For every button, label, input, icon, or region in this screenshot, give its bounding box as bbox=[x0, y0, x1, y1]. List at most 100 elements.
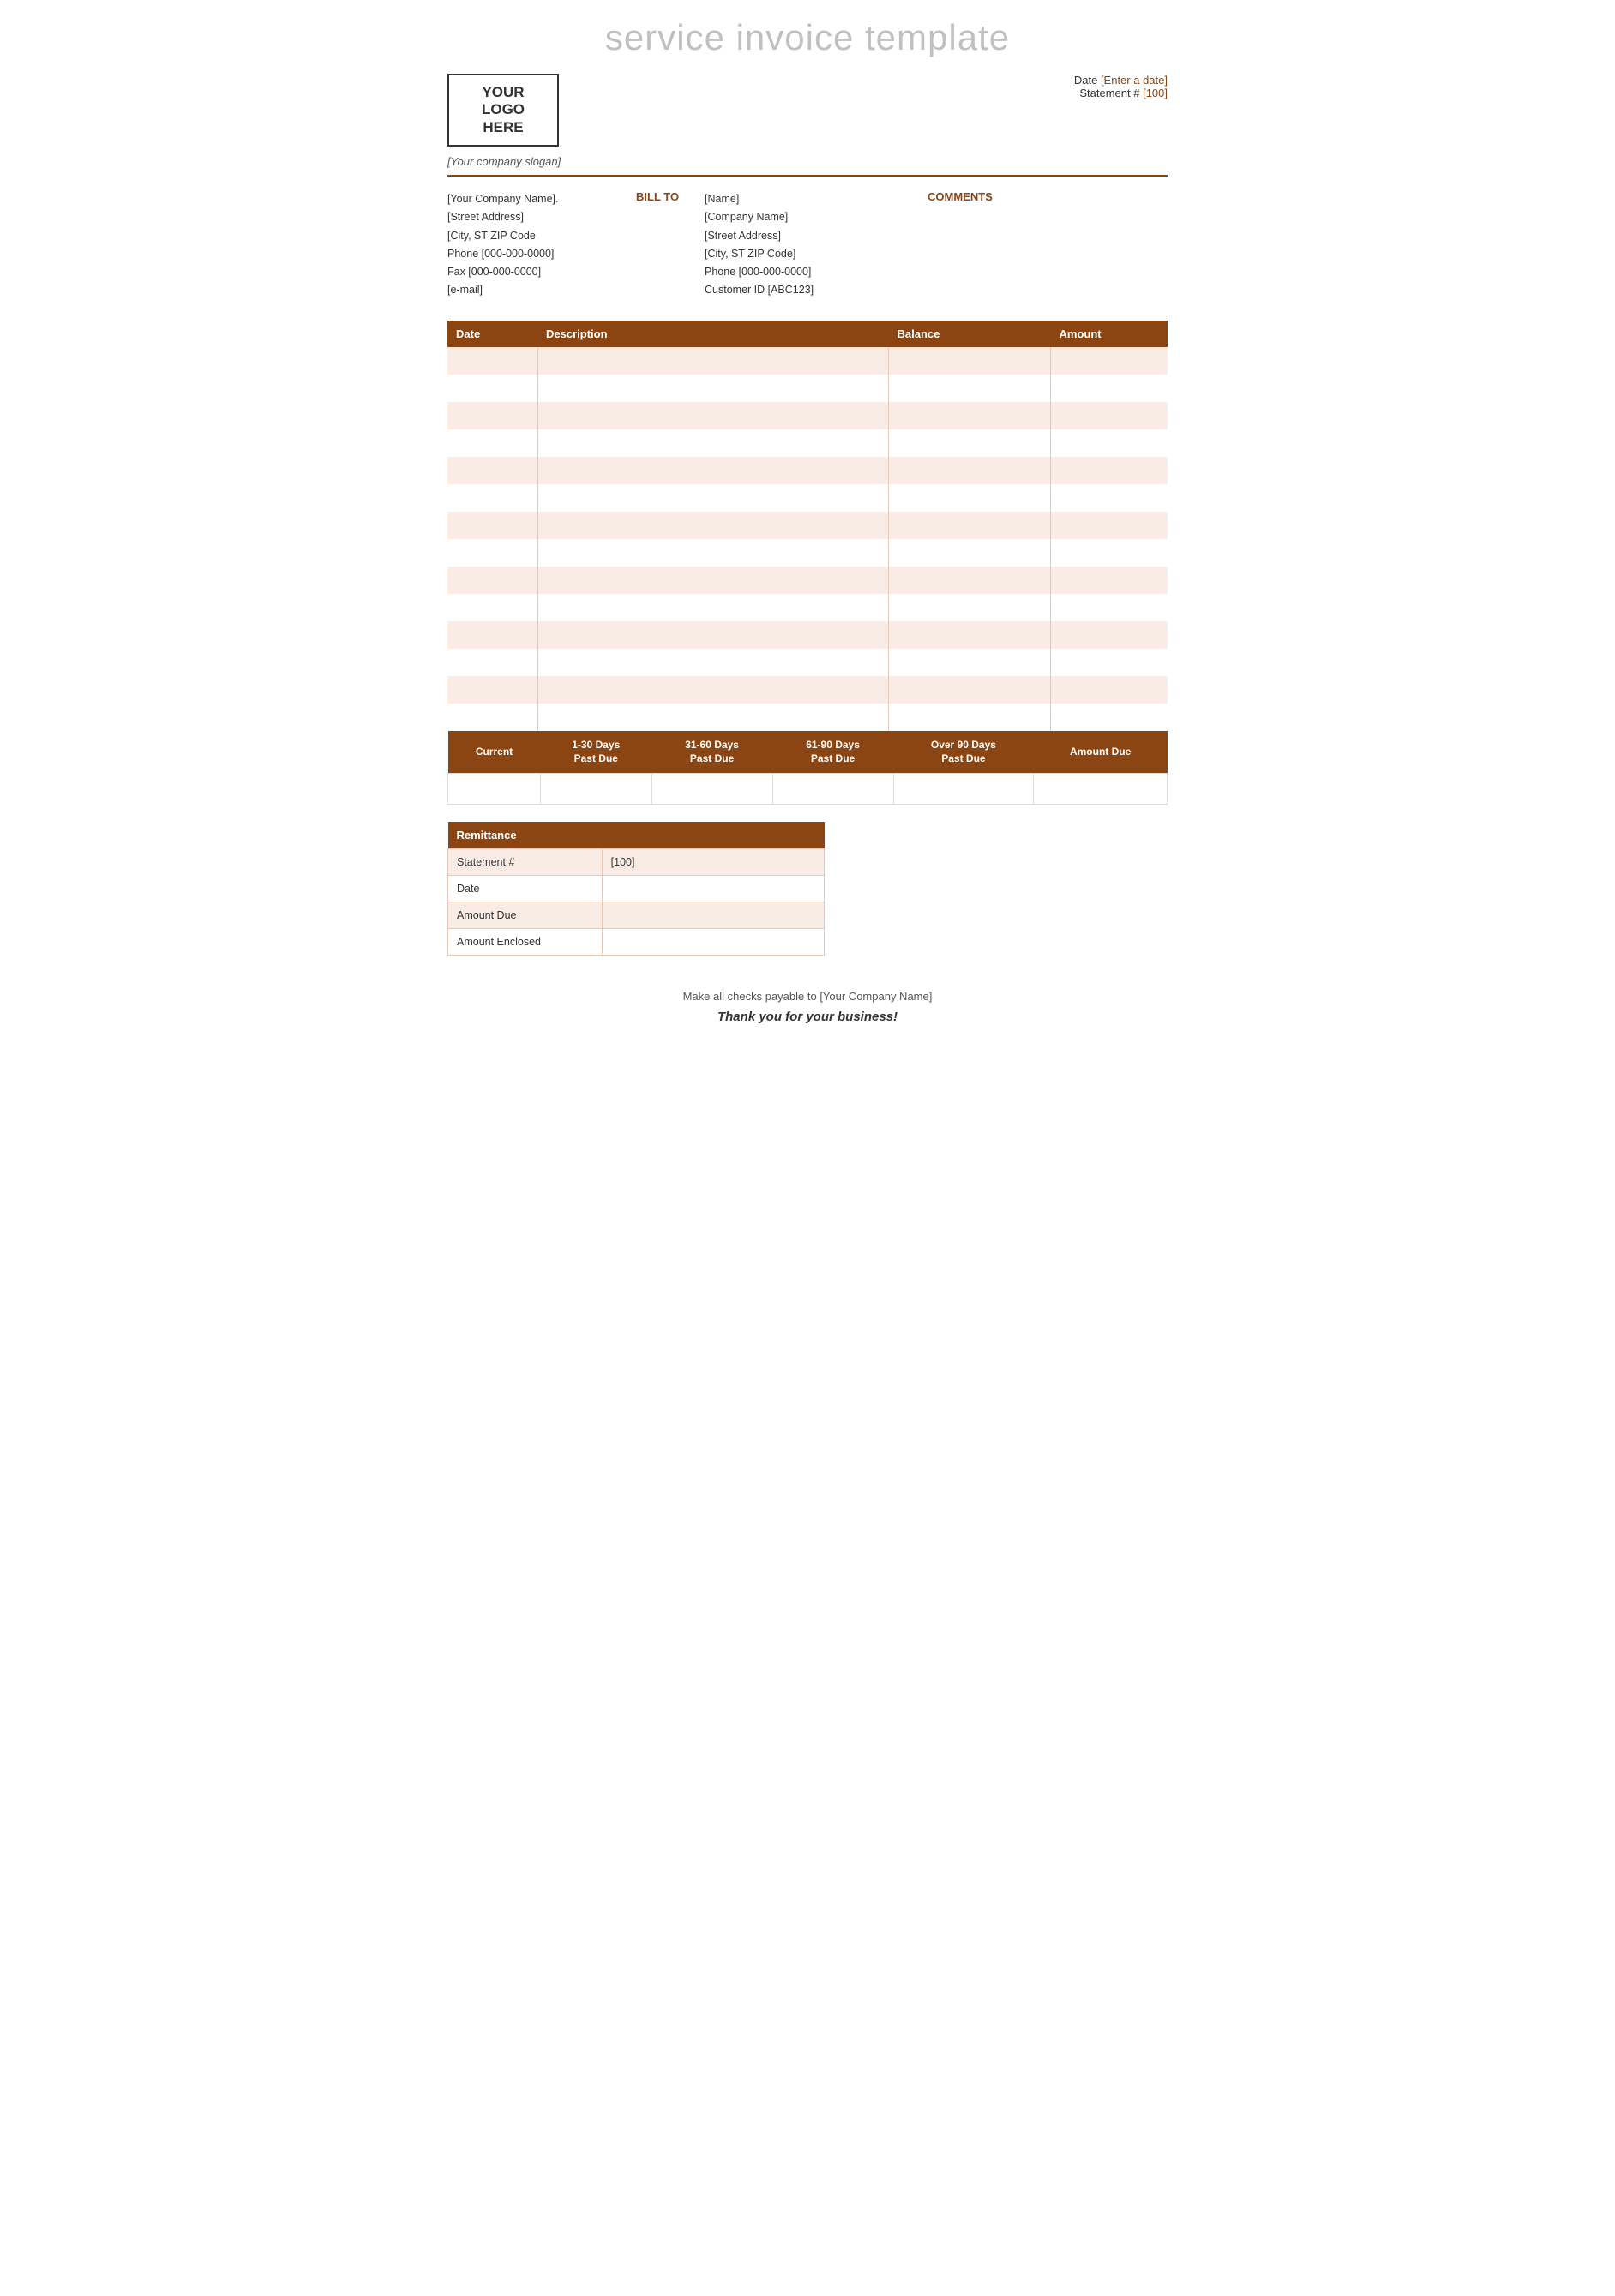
bill-to-city: [City, ST ZIP Code] bbox=[705, 245, 910, 263]
table-cell-0-2 bbox=[889, 347, 1051, 375]
th-description: Description bbox=[537, 321, 889, 347]
table-cell-9-3 bbox=[1051, 594, 1168, 621]
table-cell-5-1 bbox=[537, 484, 889, 512]
table-row bbox=[447, 567, 1168, 594]
table-cell-8-3 bbox=[1051, 567, 1168, 594]
header-section: YOUR LOGO HERE [Your company slogan] Dat… bbox=[447, 74, 1168, 168]
table-cell-4-0 bbox=[447, 457, 537, 484]
summary-amount-due bbox=[1034, 774, 1168, 805]
remittance-title: Remittance bbox=[448, 822, 825, 849]
table-cell-13-3 bbox=[1051, 704, 1168, 731]
table-cell-6-1 bbox=[537, 512, 889, 539]
remittance-value-3 bbox=[602, 929, 824, 956]
table-row bbox=[447, 512, 1168, 539]
header-divider bbox=[447, 175, 1168, 177]
table-row bbox=[447, 457, 1168, 484]
date-line: Date [Enter a date] bbox=[1074, 74, 1168, 87]
header-right: Date [Enter a date] Statement # [100] bbox=[1074, 74, 1168, 99]
table-row bbox=[447, 375, 1168, 402]
table-cell-5-0 bbox=[447, 484, 537, 512]
table-row bbox=[447, 429, 1168, 457]
company-phone: Phone [000-000-0000] bbox=[447, 245, 636, 263]
remittance-row: Date bbox=[448, 876, 825, 902]
table-cell-0-3 bbox=[1051, 347, 1168, 375]
table-cell-1-0 bbox=[447, 375, 537, 402]
table-row bbox=[447, 347, 1168, 375]
table-cell-1-2 bbox=[889, 375, 1051, 402]
table-cell-3-1 bbox=[537, 429, 889, 457]
th-amount: Amount bbox=[1051, 321, 1168, 347]
table-cell-2-1 bbox=[537, 402, 889, 429]
comments-label: COMMENTS bbox=[928, 190, 1168, 203]
company-email: [e-mail] bbox=[447, 281, 636, 299]
th-31-60: 31-60 DaysPast Due bbox=[651, 731, 772, 774]
remittance-value-2 bbox=[602, 902, 824, 929]
th-1-30: 1-30 DaysPast Due bbox=[540, 731, 651, 774]
table-cell-10-3 bbox=[1051, 621, 1168, 649]
summary-current bbox=[448, 774, 541, 805]
table-cell-12-1 bbox=[537, 676, 889, 704]
company-fax: Fax [000-000-0000] bbox=[447, 263, 636, 281]
table-row bbox=[447, 649, 1168, 676]
table-cell-5-2 bbox=[889, 484, 1051, 512]
table-cell-10-1 bbox=[537, 621, 889, 649]
table-cell-2-2 bbox=[889, 402, 1051, 429]
table-cell-8-0 bbox=[447, 567, 537, 594]
table-cell-6-3 bbox=[1051, 512, 1168, 539]
table-cell-4-2 bbox=[889, 457, 1051, 484]
th-amount-due: Amount Due bbox=[1034, 731, 1168, 774]
remittance-label-2: Amount Due bbox=[448, 902, 603, 929]
table-row bbox=[447, 402, 1168, 429]
company-name: [Your Company Name]. bbox=[447, 190, 636, 208]
table-cell-3-3 bbox=[1051, 429, 1168, 457]
remittance-value-0: [100] bbox=[602, 849, 824, 876]
table-cell-13-2 bbox=[889, 704, 1051, 731]
date-value: [Enter a date] bbox=[1101, 74, 1168, 87]
remittance-table: Remittance Statement #[100]DateAmount Du… bbox=[447, 822, 825, 956]
table-cell-2-0 bbox=[447, 402, 537, 429]
table-cell-4-3 bbox=[1051, 457, 1168, 484]
footer-section: Make all checks payable to [Your Company… bbox=[447, 990, 1168, 1024]
table-cell-7-3 bbox=[1051, 539, 1168, 567]
logo-slogan-group: YOUR LOGO HERE [Your company slogan] bbox=[447, 74, 561, 168]
summary-31-60 bbox=[651, 774, 772, 805]
summary-header-row: Current 1-30 DaysPast Due 31-60 DaysPast… bbox=[448, 731, 1168, 774]
table-cell-12-0 bbox=[447, 676, 537, 704]
table-cell-7-2 bbox=[889, 539, 1051, 567]
table-cell-11-0 bbox=[447, 649, 537, 676]
table-cell-8-2 bbox=[889, 567, 1051, 594]
remittance-row: Statement #[100] bbox=[448, 849, 825, 876]
remittance-label-3: Amount Enclosed bbox=[448, 929, 603, 956]
page-title: service invoice template bbox=[447, 17, 1168, 58]
table-cell-0-0 bbox=[447, 347, 537, 375]
bill-to-label: BILL TO bbox=[636, 190, 705, 300]
table-header-row: Date Description Balance Amount bbox=[447, 321, 1168, 347]
table-cell-4-1 bbox=[537, 457, 889, 484]
th-current: Current bbox=[448, 731, 541, 774]
table-row bbox=[447, 704, 1168, 731]
bill-to-phone: Phone [000-000-0000] bbox=[705, 263, 910, 281]
table-cell-1-3 bbox=[1051, 375, 1168, 402]
table-cell-13-0 bbox=[447, 704, 537, 731]
bill-to-address: [Street Address] bbox=[705, 227, 910, 245]
th-balance: Balance bbox=[889, 321, 1051, 347]
table-cell-3-0 bbox=[447, 429, 537, 457]
table-cell-10-2 bbox=[889, 621, 1051, 649]
table-row bbox=[447, 621, 1168, 649]
summary-61-90 bbox=[772, 774, 893, 805]
bill-to-company: [Company Name] bbox=[705, 208, 910, 226]
table-cell-8-1 bbox=[537, 567, 889, 594]
bill-to-name: [Name] bbox=[705, 190, 910, 208]
table-cell-0-1 bbox=[537, 347, 889, 375]
table-row bbox=[447, 539, 1168, 567]
company-info: [Your Company Name]. [Street Address] [C… bbox=[447, 190, 636, 300]
table-cell-11-3 bbox=[1051, 649, 1168, 676]
table-cell-7-1 bbox=[537, 539, 889, 567]
checks-payable: Make all checks payable to [Your Company… bbox=[447, 990, 1168, 1003]
statement-value: [100] bbox=[1143, 87, 1168, 99]
table-cell-10-0 bbox=[447, 621, 537, 649]
thank-you: Thank you for your business! bbox=[447, 1010, 1168, 1024]
remittance-row: Amount Enclosed bbox=[448, 929, 825, 956]
remittance-row: Amount Due bbox=[448, 902, 825, 929]
th-date: Date bbox=[447, 321, 537, 347]
